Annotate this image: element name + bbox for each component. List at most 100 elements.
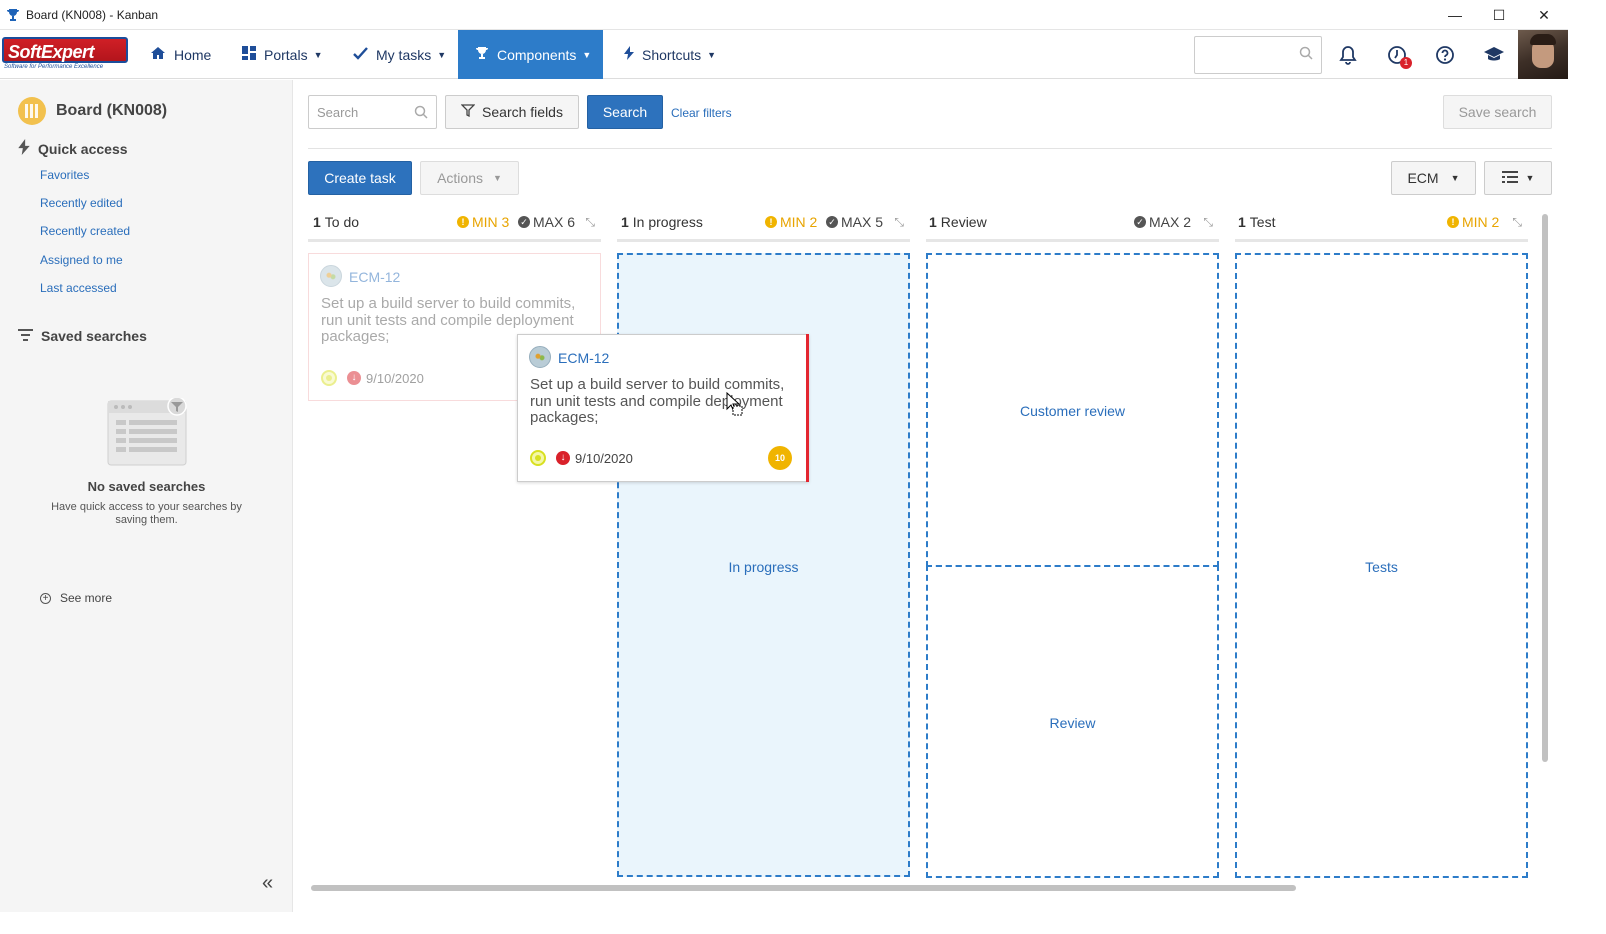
maximize-button[interactable]: ☐ (1476, 0, 1522, 30)
left-sidebar: Board (KN008) Quick access Favorites Rec… (0, 80, 293, 912)
priority-icon (530, 450, 546, 466)
search-input[interactable]: Search (308, 95, 437, 129)
column-header-todo: 1 To do ! MIN 3 ✓ MAX 6 ⤡ (308, 214, 601, 242)
column-header-in-progress: 1 In progress ! MIN 2 ✓ MAX 5 ⤡ (617, 214, 910, 242)
search-icon (1299, 46, 1313, 60)
quick-access-recently-created[interactable]: Recently created (40, 224, 130, 238)
dropzone-customer-review[interactable]: Customer review (926, 253, 1219, 567)
quick-access-assigned-to-me[interactable]: Assigned to me (40, 253, 123, 267)
bolt-icon (624, 46, 634, 63)
portals-icon (242, 46, 256, 63)
clear-filters-link[interactable]: Clear filters (671, 106, 732, 120)
close-button[interactable]: ✕ (1521, 0, 1567, 30)
view-options-dropdown[interactable]: ▼ (1484, 161, 1552, 195)
horizontal-scrollbar[interactable] (311, 885, 1296, 891)
quick-access-last-accessed[interactable]: Last accessed (40, 281, 117, 295)
bolt-icon (18, 139, 30, 158)
warning-icon: ! (765, 216, 777, 228)
notification-badge: 1 (1400, 57, 1412, 69)
quick-access-heading: Quick access (18, 139, 128, 158)
nav-portals[interactable]: Portals ▼ (242, 30, 323, 79)
search-button[interactable]: Search (587, 95, 663, 129)
chevron-down-icon: ▼ (582, 49, 592, 60)
sidebar-header: Board (KN008) (18, 97, 167, 125)
empty-saved-searches-title: No saved searches (87, 479, 206, 494)
help-icon[interactable] (1432, 42, 1458, 68)
move-cursor-icon (726, 391, 744, 418)
warning-icon: ! (457, 216, 469, 228)
check-circle-icon: ✓ (518, 216, 530, 228)
quick-access-recently-edited[interactable]: Recently edited (40, 196, 123, 210)
top-navigation: SoftExpert Software for Performance Exce… (0, 30, 1568, 79)
check-circle-icon: ✓ (826, 216, 838, 228)
nav-my-tasks[interactable]: My tasks ▼ (353, 30, 446, 79)
project-filter-dropdown[interactable]: ECM ▼ (1391, 161, 1476, 195)
task-due-date: 9/10/2020 (575, 451, 633, 466)
task-description: Set up a build server to build commits, … (530, 376, 785, 426)
column-header-test: 1 Test ! MIN 2 ⤡ (1235, 214, 1528, 242)
list-view-icon (1501, 170, 1518, 186)
task-code-link[interactable]: ECM-12 (558, 350, 609, 366)
board-title: Board (KN008) (56, 102, 168, 119)
kanban-board-icon (18, 97, 46, 125)
graduation-cap-icon[interactable] (1481, 42, 1507, 68)
check-circle-icon: ✓ (1134, 216, 1146, 228)
dropzone-tests[interactable]: Tests (1235, 253, 1528, 878)
dropzone-review[interactable]: Review (926, 565, 1219, 878)
saved-searches-heading: Saved searches (18, 328, 147, 344)
minimize-button[interactable]: — (1432, 0, 1478, 30)
quick-access-favorites[interactable]: Favorites (40, 168, 89, 182)
activity-icon[interactable]: 1 (1384, 42, 1412, 69)
window-title: Board (KN008) - Kanban (26, 7, 159, 22)
collapse-column-icon[interactable]: ⤡ (1203, 215, 1213, 230)
plus-circle-icon: + (40, 592, 51, 604)
empty-list-illustration-icon (107, 396, 189, 466)
warning-icon: ! (1447, 216, 1459, 228)
max-limit: ✓ MAX 2 (1134, 214, 1191, 230)
save-search-button[interactable]: Save search (1443, 95, 1552, 129)
toolbar-divider (308, 148, 1552, 149)
actions-dropdown[interactable]: Actions ▼ (420, 161, 519, 195)
filter-icon (18, 328, 33, 344)
create-task-button[interactable]: Create task (308, 161, 412, 195)
chevron-down-icon: ▼ (1450, 173, 1460, 183)
bell-icon[interactable] (1335, 42, 1361, 68)
trophy-icon (6, 8, 20, 22)
filter-funnel-icon (460, 104, 476, 120)
check-icon (353, 46, 368, 63)
home-icon (150, 46, 166, 63)
story-points-badge: 10 (768, 446, 792, 470)
collapse-column-icon[interactable]: ⤡ (1512, 215, 1522, 230)
arrow-down-icon: ↓ (347, 371, 361, 385)
arrow-down-icon: ↓ (556, 451, 570, 465)
chevron-down-icon: ▼ (1525, 173, 1535, 183)
trophy-icon (475, 46, 489, 63)
nav-home[interactable]: Home (150, 30, 211, 79)
nav-components[interactable]: Components ▼ (458, 30, 603, 79)
priority-bar (806, 334, 809, 482)
chevron-down-icon: ▼ (313, 49, 323, 60)
collapse-column-icon[interactable]: ⤡ (894, 215, 904, 230)
global-search-input[interactable] (1194, 36, 1322, 74)
vertical-scrollbar[interactable] (1542, 214, 1548, 762)
max-limit: ✓ MAX 5 (826, 214, 883, 230)
see-more-link[interactable]: + See more (40, 591, 112, 605)
softexpert-logo[interactable]: SoftExpert Software for Performance Exce… (2, 37, 128, 73)
window-titlebar: Board (KN008) - Kanban — ☐ ✕ (0, 0, 1568, 30)
task-card[interactable]: ECM-12 Set up a build server to build co… (517, 334, 809, 482)
search-icon (414, 105, 428, 122)
column-header-review: 1 Review ✓ MAX 2 ⤡ (926, 214, 1219, 242)
nav-shortcuts[interactable]: Shortcuts ▼ (624, 30, 716, 79)
chevron-down-icon: ▼ (437, 49, 447, 60)
min-limit: ! MIN 3 (457, 214, 509, 230)
kanban-main: Search Search fields Search Clear filter… (294, 80, 1568, 912)
chevron-down-icon: ▼ (707, 49, 717, 60)
search-fields-button[interactable]: Search fields (445, 95, 579, 129)
assignee-avatar[interactable] (529, 346, 551, 368)
avatar[interactable] (1518, 30, 1568, 79)
collapse-sidebar-icon[interactable]: « (262, 872, 273, 895)
collapse-column-icon[interactable]: ⤡ (585, 215, 595, 230)
min-limit: ! MIN 2 (765, 214, 817, 230)
empty-saved-searches-text: Have quick access to your searches by sa… (51, 501, 242, 526)
priority-icon (321, 370, 337, 386)
